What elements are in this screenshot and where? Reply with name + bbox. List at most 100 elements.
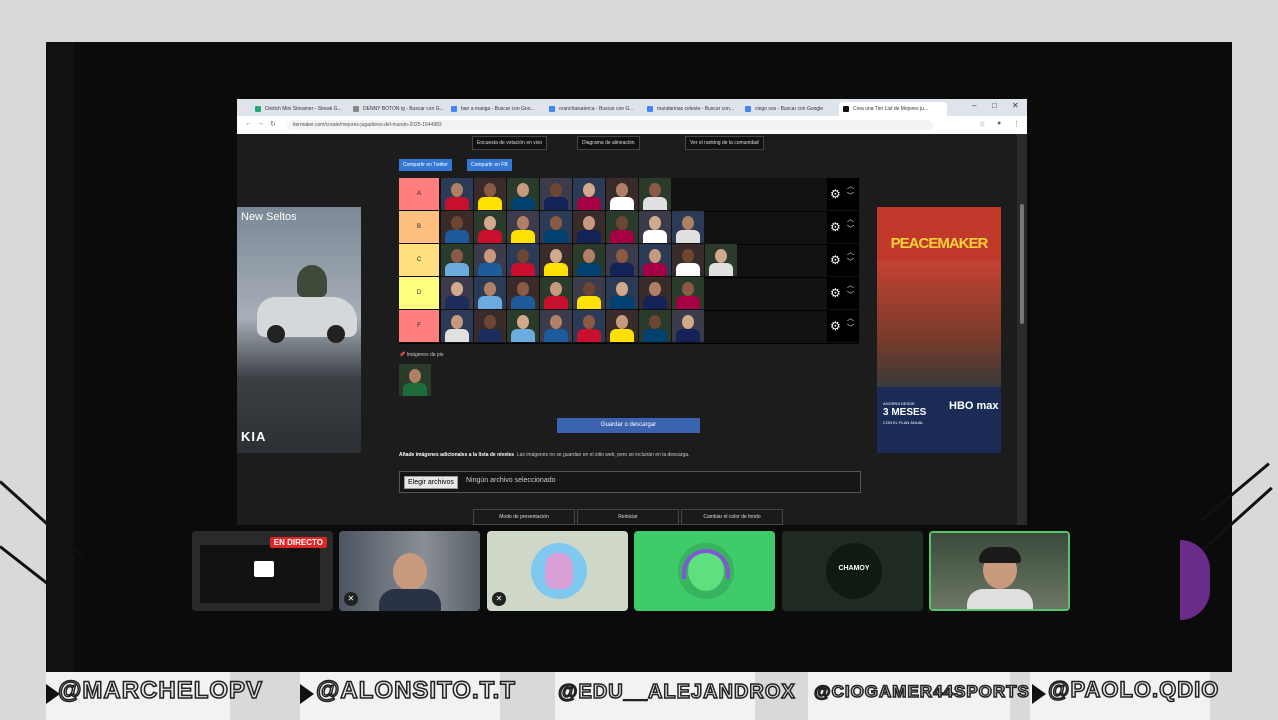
player-card[interactable] [639,244,671,276]
browser-tab-active[interactable]: Crea una Tier List de Mejores ju... [839,102,947,116]
player-card[interactable] [573,244,605,276]
gear-icon[interactable]: ⚙ [830,253,841,267]
player-card[interactable] [573,310,605,342]
url-input[interactable]: tiermaker.com/create/mejores-jugadores-d… [287,120,933,130]
forward-icon[interactable]: → [257,120,264,127]
reload-icon[interactable]: ↻ [270,120,276,128]
browser-tab[interactable]: Ostrich Mini Streamer - Streak G... [251,102,351,116]
gear-icon[interactable]: ⚙ [830,286,841,300]
tile-screen-share[interactable]: EN DIRECTO [192,531,333,611]
minimize-button[interactable]: – [972,101,976,110]
player-card[interactable] [672,244,704,276]
player-card[interactable] [639,178,671,210]
browser-tab[interactable]: ban a manga - Buscar con Goo... [447,102,547,116]
player-card[interactable] [441,277,473,309]
reorder-arrows-icon[interactable]: ︿ ﹀ [847,314,854,334]
player-card[interactable] [573,211,605,243]
player-card[interactable] [474,277,506,309]
scrollbar[interactable] [1017,134,1027,525]
pool-player-card[interactable] [399,364,431,396]
player-card[interactable] [672,310,704,342]
player-card[interactable] [507,211,539,243]
maximize-button[interactable]: □ [992,101,997,110]
player-card[interactable] [474,310,506,342]
browser-tab[interactable]: DENNY BOTON ig - Buscar con G... [349,102,449,116]
player-head [550,282,562,296]
ad-kia[interactable]: New Seltos KIA [237,207,361,453]
share-fb-button[interactable]: Compartir en FB [467,159,512,171]
player-card[interactable] [474,211,506,243]
player-card[interactable] [672,211,704,243]
player-card[interactable] [507,244,539,276]
live-poll-button[interactable]: Encuesta de votación en vivo [472,136,548,150]
player-card[interactable] [606,244,638,276]
player-card[interactable] [672,277,704,309]
player-card[interactable] [441,310,473,342]
close-button[interactable]: ✕ [1012,101,1019,110]
ad-wheel [327,325,345,343]
reorder-arrows-icon[interactable]: ︿ ﹀ [847,215,854,235]
player-card[interactable] [606,310,638,342]
star-icon[interactable]: ☆ [979,120,985,128]
player-shirt [544,197,568,210]
reset-button[interactable]: Reiniciar [577,509,679,525]
player-card[interactable] [474,244,506,276]
player-card[interactable] [540,178,572,210]
browser-tab[interactable]: oranchaisaterca - Buscar con G... [545,102,645,116]
player-card[interactable] [507,310,539,342]
menu-icon[interactable]: ⋮ [1013,120,1020,128]
share-twitter-button[interactable]: Compartir en Twitter [399,159,452,171]
player-card[interactable] [540,211,572,243]
tile-chamoy-green[interactable] [634,531,775,611]
tier-label[interactable]: F [399,310,439,342]
player-card[interactable] [573,178,605,210]
player-card[interactable] [507,178,539,210]
browser-tab[interactable]: mandarinas celeste - Buscar con... [643,102,743,116]
player-card[interactable] [606,178,638,210]
ad-hbo[interactable]: PEACEMAKER AHORRA DESDE 3 MESES CON EL P… [877,207,1001,453]
choose-files-button[interactable]: Elegir archivos [404,476,458,489]
reorder-arrows-icon[interactable]: ︿ ﹀ [847,182,854,202]
player-card[interactable] [639,211,671,243]
profile-icon[interactable]: ● [997,120,1001,127]
save-download-button[interactable]: Guardar o descargar [557,418,700,433]
reorder-arrows-icon[interactable]: ︿ ﹀ [847,281,854,301]
player-card[interactable] [441,178,473,210]
tile-edu[interactable]: ✕ [487,531,628,611]
player-head [649,249,661,263]
alignment-chart-button[interactable]: Diagrama de alineación [577,136,640,150]
player-card[interactable] [573,277,605,309]
tile-chamoy[interactable]: CHAMOY [782,531,923,611]
player-card[interactable] [507,277,539,309]
player-card[interactable] [540,244,572,276]
back-icon[interactable]: ← [245,120,252,127]
player-card[interactable] [474,178,506,210]
community-rank-button[interactable]: Ver el ranking de la comunidad [685,136,764,150]
player-card[interactable] [540,310,572,342]
gear-icon[interactable]: ⚙ [830,319,841,333]
player-card[interactable] [441,211,473,243]
player-card[interactable] [639,277,671,309]
browser-tab[interactable]: ciego sos - Buscar con Google [741,102,841,116]
add-images-text: Añade imágenes adicionales a la lista de… [399,452,690,458]
tier-label[interactable]: A [399,178,439,210]
gear-icon[interactable]: ⚙ [830,187,841,201]
play-icon [300,684,314,704]
player-card[interactable] [639,310,671,342]
tier-label[interactable]: B [399,211,439,243]
player-card[interactable] [441,244,473,276]
tier-label[interactable]: C [399,244,439,276]
player-card[interactable] [606,211,638,243]
tile-paolo[interactable] [929,531,1070,611]
tile-alonsito[interactable]: ✕ [339,531,480,611]
player-card[interactable] [540,277,572,309]
gear-icon[interactable]: ⚙ [830,220,841,234]
scrollbar-thumb[interactable] [1020,204,1024,324]
tier-label[interactable]: D [399,277,439,309]
player-card[interactable] [606,277,638,309]
presentation-mode-button[interactable]: Modo de presentación [473,509,575,525]
player-card[interactable] [705,244,737,276]
change-bg-button[interactable]: Cambiar el color de fondo [681,509,783,525]
reorder-arrows-icon[interactable]: ︿ ﹀ [847,248,854,268]
player-card[interactable] [399,364,431,396]
